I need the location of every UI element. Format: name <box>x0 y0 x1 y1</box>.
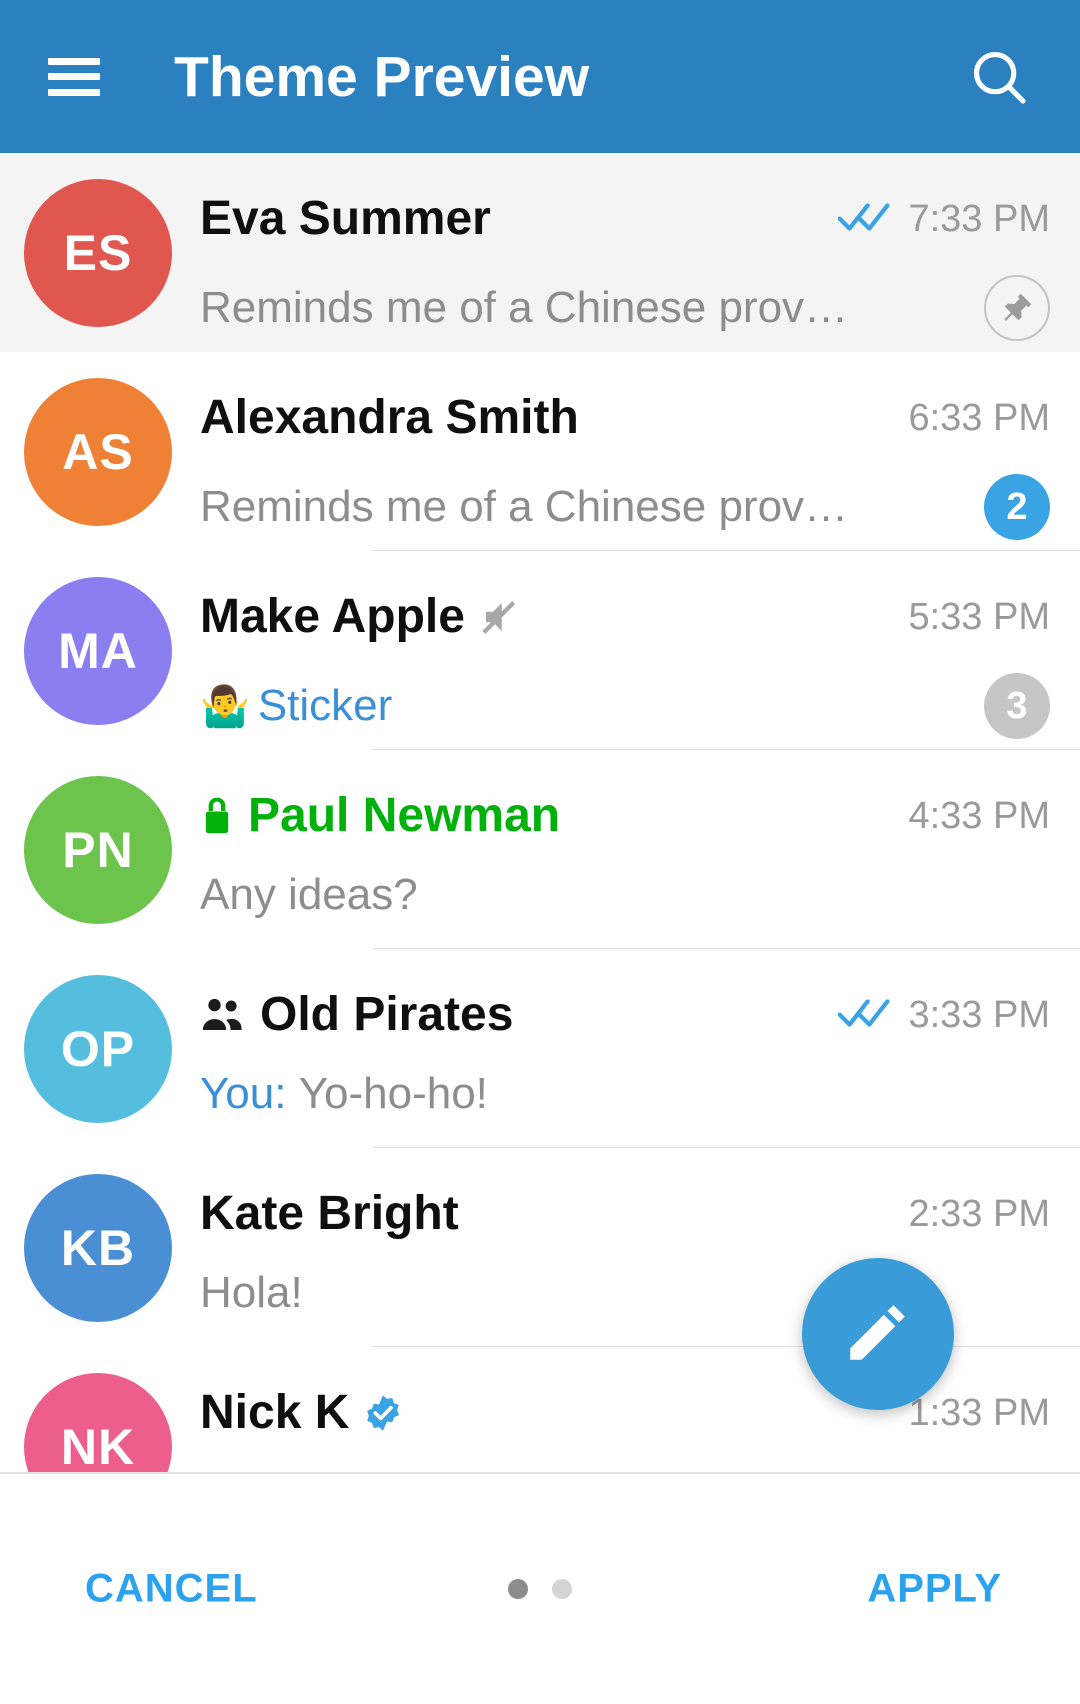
cancel-button[interactable]: CANCEL <box>85 1567 258 1612</box>
hamburger-menu-icon[interactable] <box>48 57 100 96</box>
chat-meta: 4:33 PM <box>908 797 1050 835</box>
chat-preview: Reminds me of a Chinese prov… <box>200 284 849 332</box>
chat-row-bottom-line: You: Yo-ho-ho! <box>200 1071 1050 1117</box>
chat-row[interactable]: MA Make Apple 5:33 PM <box>0 551 1080 750</box>
sticker-label: Sticker <box>257 682 393 730</box>
chat-preview: Reminds me of a Chinese prov… <box>200 483 849 531</box>
avatar-initials: KB <box>60 1220 136 1276</box>
chat-row[interactable]: ES Eva Summer 7:33 PM Reminds me of a Ch… <box>0 153 1080 352</box>
chat-time: 6:33 PM <box>908 397 1050 439</box>
chat-meta: 1:33 PM <box>908 1394 1050 1432</box>
page-indicator-dots <box>508 1579 572 1599</box>
chat-row-top-line: Alexandra Smith 6:33 PM <box>200 394 1050 442</box>
chat-row-bottom-line: Reminds me of a Chinese prov… <box>200 275 1050 341</box>
chat-row-bottom-line: Reminds me of a Chinese prov… 2 <box>200 474 1050 540</box>
chat-preview: Hola! <box>200 1270 303 1317</box>
chat-name: Old Pirates <box>260 988 514 1041</box>
chat-name: Kate Bright <box>200 1187 459 1240</box>
chat-row-body: Old Pirates 3:33 PM You: Yo-ho-ho! <box>172 949 1080 1148</box>
chat-row-body: Alexandra Smith 6:33 PM Reminds me of a … <box>172 352 1080 551</box>
avatar-initials: MA <box>58 623 138 679</box>
chat-preview: Any ideas? <box>200 872 418 919</box>
chat-row[interactable]: AS Alexandra Smith 6:33 PM Reminds me of… <box>0 352 1080 551</box>
chat-meta: 3:33 PM <box>837 994 1050 1036</box>
theme-preview-screen: Theme Preview ES Eva Summer 7:33 PM Remi… <box>0 0 1080 1704</box>
chat-row-right-slot: 3 <box>984 673 1050 739</box>
chat-row-top-line: Old Pirates 3:33 PM <box>200 991 1050 1039</box>
compose-fab-button[interactable] <box>802 1258 954 1410</box>
sender-prefix: You: <box>200 1071 287 1118</box>
app-header: Theme Preview <box>0 0 1080 153</box>
avatar: NK <box>24 1373 172 1472</box>
chat-row-body: Eva Summer 7:33 PM Reminds me of a Chine… <box>172 153 1080 352</box>
chat-time: 1:33 PM <box>908 1392 1050 1434</box>
shrug-emoji: 🤷‍♂️ <box>200 684 250 729</box>
chat-row-top-line: Make Apple 5:33 PM <box>200 593 1050 641</box>
chat-name: Alexandra Smith <box>200 391 579 444</box>
chat-time: 7:33 PM <box>908 198 1050 240</box>
chat-time: 3:33 PM <box>908 994 1050 1036</box>
chat-meta: 5:33 PM <box>908 598 1050 636</box>
read-checks-icon <box>837 995 894 1036</box>
chat-row[interactable]: PN Paul Newman 4:33 PM Any ideas? <box>0 750 1080 949</box>
chat-meta: 6:33 PM <box>908 399 1050 437</box>
chat-row-top-line: Kate Bright 2:33 PM <box>200 1190 1050 1238</box>
page-dot-inactive[interactable] <box>552 1579 572 1599</box>
chat-row-body: Paul Newman 4:33 PM Any ideas? <box>172 750 1080 949</box>
chat-row[interactable]: OP Old Pirates 3:33 PM You: Yo-ho-ho! <box>0 949 1080 1148</box>
chat-preview: You: Yo-ho-ho! <box>200 1071 488 1117</box>
avatar: AS <box>24 378 172 526</box>
chat-name: Paul Newman <box>248 789 561 842</box>
chat-name: Eva Summer <box>200 192 491 245</box>
avatar: KB <box>24 1174 172 1322</box>
avatar-initials: OP <box>60 1021 136 1077</box>
chat-preview: 🤷‍♂️ Sticker <box>200 683 392 729</box>
avatar: ES <box>24 179 172 327</box>
chat-row-right-slot: 2 <box>984 474 1050 540</box>
bottom-action-bar: CANCEL APPLY <box>0 1472 1080 1704</box>
chat-name: Nick K <box>200 1386 350 1439</box>
pencil-edit-icon <box>841 1295 915 1374</box>
chat-row-top-line: Eva Summer 7:33 PM <box>200 195 1050 243</box>
chat-time: 2:33 PM <box>908 1193 1050 1235</box>
chat-row-right-slot <box>984 275 1050 341</box>
verified-badge-icon <box>363 1393 403 1433</box>
chat-time: 4:33 PM <box>908 795 1050 837</box>
chat-name: Make Apple <box>200 590 465 643</box>
apply-button[interactable]: APPLY <box>867 1567 1002 1612</box>
group-people-icon <box>200 995 246 1035</box>
mute-icon <box>479 596 521 638</box>
chat-time: 5:33 PM <box>908 596 1050 638</box>
lock-icon <box>200 796 234 836</box>
page-title: Theme Preview <box>174 44 590 109</box>
chat-preview-text: Yo-ho-ho! <box>298 1071 488 1118</box>
chat-row-top-line: Nick K 1:33 PM <box>200 1389 1050 1437</box>
search-icon[interactable] <box>964 42 1034 112</box>
unread-badge: 2 <box>984 474 1050 540</box>
avatar: PN <box>24 776 172 924</box>
muted-unread-badge: 3 <box>984 673 1050 739</box>
chat-row-body: Make Apple 5:33 PM 🤷‍♂️Sticker <box>172 551 1080 750</box>
page-dot-active[interactable] <box>508 1579 528 1599</box>
chat-meta: 7:33 PM <box>837 198 1050 240</box>
chat-meta: 2:33 PM <box>908 1195 1050 1233</box>
avatar: MA <box>24 577 172 725</box>
pin-icon <box>984 275 1050 341</box>
chat-row-bottom-line: 🤷‍♂️ Sticker 3 <box>200 673 1050 739</box>
avatar: OP <box>24 975 172 1123</box>
chat-row-bottom-line: Any ideas? <box>200 872 1050 918</box>
chat-row-top-line: Paul Newman 4:33 PM <box>200 792 1050 840</box>
read-checks-icon <box>837 199 894 240</box>
avatar-initials: ES <box>63 225 133 281</box>
avatar-initials: PN <box>62 822 134 878</box>
avatar-initials: AS <box>62 424 134 480</box>
avatar-initials: NK <box>60 1419 136 1472</box>
